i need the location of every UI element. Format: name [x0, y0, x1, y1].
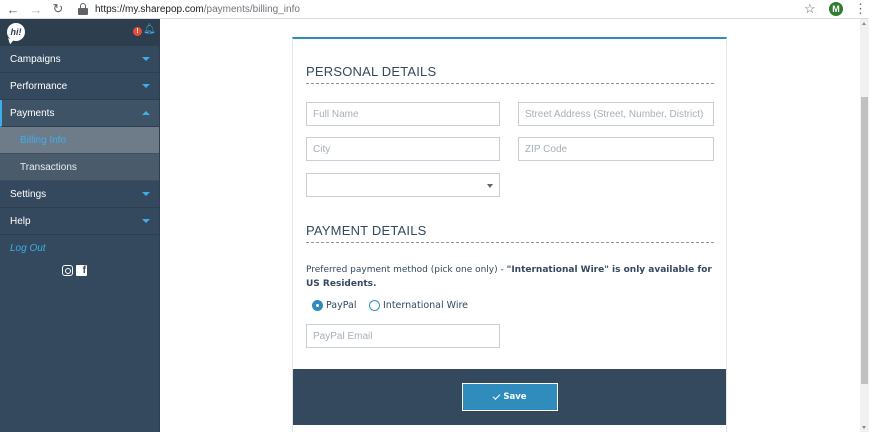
sidebar-item-help[interactable]: Help [0, 208, 159, 235]
billing-form-card: PERSONAL DETAILS Full Name Street Addres… [292, 37, 727, 432]
sidebar-item-label: Campaigns [10, 53, 61, 65]
scrollbar-thumb[interactable] [861, 97, 868, 384]
sidebar-item-label: Performance [10, 80, 68, 92]
bookmark-star-icon[interactable]: ☆ [804, 1, 816, 17]
reload-icon[interactable]: ↻ [51, 1, 65, 16]
sidebar-item-label: Payments [10, 107, 55, 119]
personal-details-title: PERSONAL DETAILS [306, 64, 437, 79]
address-bar[interactable]: https://my.sharepop.com/payments/billing… [95, 4, 300, 15]
sidebar-header: hi! ! 🔔︎ [0, 19, 159, 46]
menu-kebab-icon[interactable]: ⋮ [854, 1, 867, 17]
url-host: https://my.sharepop.com [95, 3, 204, 15]
page-scrollbar[interactable] [860, 19, 869, 432]
radio-wire-label: International Wire [383, 300, 469, 311]
scroll-up-arrow-icon[interactable] [862, 22, 866, 25]
social-links: f [0, 265, 159, 276]
forward-arrow-icon[interactable]: → [29, 2, 43, 17]
chevron-down-icon [487, 184, 493, 188]
radio-international-wire[interactable]: International Wire [369, 300, 468, 311]
sidebar-subitem-transactions[interactable]: Transactions [0, 154, 159, 181]
sidebar-item-performance[interactable]: Performance [0, 73, 159, 100]
section-divider [306, 242, 714, 243]
chevron-down-icon [142, 84, 150, 88]
radio-wire-circle[interactable] [369, 300, 380, 311]
chevron-down-icon [142, 219, 150, 223]
profile-avatar[interactable]: M [829, 2, 843, 16]
chevron-up-icon [142, 111, 150, 115]
radio-paypal[interactable]: PayPal [312, 300, 357, 311]
lock-icon [78, 3, 88, 15]
payment-details-title: PAYMENT DETAILS [306, 223, 427, 238]
url-path: /payments/billing_info [203, 3, 300, 15]
scroll-down-arrow-icon[interactable] [862, 426, 866, 429]
checkmark-icon [493, 392, 501, 400]
alert-icon[interactable]: ! [133, 27, 142, 36]
instagram-icon[interactable] [62, 265, 73, 276]
chevron-down-icon [142, 57, 150, 61]
street-address-input[interactable]: Street Address (Street, Number, District… [518, 102, 714, 126]
brand-logo[interactable]: hi! [7, 23, 25, 41]
back-arrow-icon[interactable]: ← [6, 2, 20, 17]
country-select[interactable] [306, 173, 500, 197]
city-input[interactable]: City [306, 137, 500, 161]
sidebar-subitem-billing-info[interactable]: Billing Info [0, 127, 159, 154]
logout-link[interactable]: Log Out [0, 235, 159, 261]
full-name-input[interactable]: Full Name [306, 102, 500, 126]
sidebar: hi! ! 🔔︎ Campaigns Performance Payments … [0, 19, 160, 432]
sidebar-item-label: Help [10, 215, 31, 227]
save-button[interactable]: Save [462, 383, 558, 411]
sidebar-subitem-label: Billing Info [20, 134, 67, 146]
payment-method-note: Preferred payment method (pick one only)… [306, 263, 716, 291]
browser-toolbar: ← → ↻ https://my.sharepop.com/payments/b… [0, 0, 869, 19]
sidebar-subitem-label: Transactions [20, 161, 77, 173]
radio-paypal-label: PayPal [326, 300, 357, 311]
save-button-label: Save [503, 392, 527, 402]
facebook-icon[interactable]: f [76, 265, 87, 276]
section-divider [306, 83, 714, 84]
payment-note-text: Preferred payment method (pick one only)… [306, 265, 507, 275]
bell-icon[interactable]: 🔔︎ [143, 24, 156, 35]
main-content: PERSONAL DETAILS Full Name Street Addres… [160, 19, 860, 432]
paypal-email-input[interactable]: PayPal Email [306, 324, 500, 348]
radio-paypal-circle[interactable] [312, 300, 323, 311]
sidebar-item-settings[interactable]: Settings [0, 181, 159, 208]
chevron-down-icon [142, 192, 150, 196]
form-footer: Save [293, 369, 726, 425]
sidebar-item-label: Settings [10, 188, 47, 200]
sidebar-item-campaigns[interactable]: Campaigns [0, 46, 159, 73]
zip-code-input[interactable]: ZIP Code [518, 137, 714, 161]
sidebar-item-payments[interactable]: Payments [0, 100, 159, 127]
